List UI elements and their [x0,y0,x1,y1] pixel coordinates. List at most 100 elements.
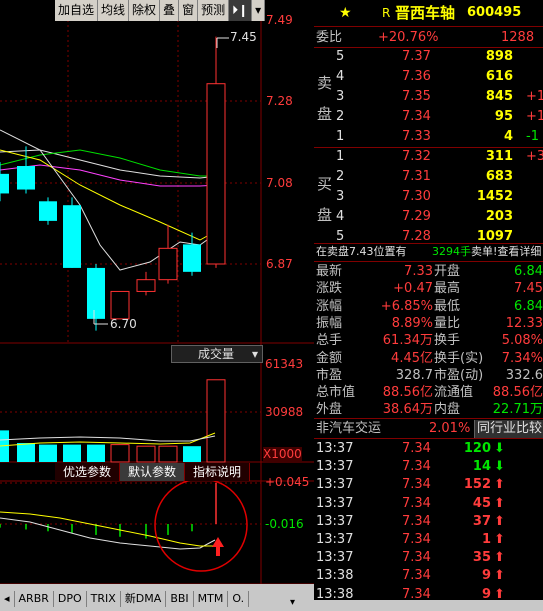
tab-arbr[interactable]: ARBR [15,590,54,607]
large-order-alert[interactable]: 在卖盘7.43位置有 3294手 卖单!查看详细 [314,244,543,260]
tick-price: 7.34 [402,513,431,529]
buy-side-label-bottom: 盘 [317,206,333,224]
volume-indicator-select[interactable]: 成交量 ▾ [171,345,263,363]
quote-row: 涨跌 +0.47 最高 7.45 [314,280,543,297]
sell-level-row[interactable]: 3 7.35 845 +1 [314,88,543,106]
buy-level-row[interactable]: 3 7.30 1452 [314,188,543,206]
candle-body [63,205,81,268]
tab-more[interactable]: O. [228,590,250,607]
indicator-line-1 [0,517,216,550]
sell-level-price: 7.37 [402,49,431,64]
industry-compare-button[interactable]: 同行业比较 [474,420,543,438]
quote-label: 总市值 [316,385,356,401]
scroll-down-icon[interactable]: ▾ [290,597,295,608]
playback-icon[interactable]: ⏵❙ [229,0,253,21]
tick-row: 13:38 7.34 9 ⬆ [314,567,543,585]
quote-label: 市盈(动) [434,367,484,383]
quote-value: 88.56亿 [382,385,433,401]
buy-level-volume: 311 [485,149,513,164]
volume-bar [17,443,35,462]
alert-detail-link[interactable]: 卖单!查看详细 [471,244,541,260]
kline-chart-area[interactable]: 加自选 均线 除权 叠 窗 预测 ⏵❙ ▾ 7.49 7.28 7.08 6.8… [0,0,314,611]
buy-level-row[interactable]: 1 7.32 311 +3 [314,148,543,166]
up-arrow-icon: ⬆ [494,550,505,566]
overlay-button[interactable]: 叠 [160,0,180,21]
up-arrow-icon: ⬆ [494,477,505,493]
quote-label: 市盈 [316,367,343,383]
buy-level-row[interactable]: 2 7.31 683 [314,168,543,186]
sell-level-row[interactable]: 1 7.33 4 -1 [314,128,543,146]
quote-row: 最新 7.33 开盘 6.84 [314,263,543,280]
quote-value: 6.84 [514,298,543,314]
tick-price: 7.34 [402,459,431,475]
moving-average-button[interactable]: 均线 [98,0,130,21]
sell-level-level: 1 [336,129,345,144]
quote-value: 7.34% [501,350,543,366]
add-favorite-button[interactable]: 加自选 [55,0,99,21]
tick-scrollbar[interactable]: ▾ [290,597,543,611]
buy-level-level: 3 [336,189,345,204]
quote-row: 金额 4.45亿 换手(实) 7.34% [314,350,543,367]
candle-body [17,166,35,190]
buy-level-volume: 683 [485,169,513,184]
buy-level-price: 7.29 [402,209,431,224]
tick-price: 7.34 [402,495,431,511]
quote-panel: ★ R 晋西车轴 600495 委比 +20.76% 1288 5 7.37 898… [290,0,543,611]
quote-label: 内盘 [434,402,461,418]
tab-mtm[interactable]: MTM [194,590,229,607]
tick-time: 13:37 [316,459,354,475]
tab-default-params[interactable]: 默认参数 [120,463,186,481]
buy-level-level: 2 [336,169,345,184]
quote-value: 7.45 [514,281,543,297]
candle-body [87,267,105,319]
buy-level-price: 7.32 [402,149,431,164]
quote-value: 4.45亿 [391,350,433,366]
indicator-param-tabs: 优选参数 默认参数 指标说明 [55,463,251,481]
tab-trix[interactable]: TRIX [87,590,121,607]
window-button[interactable]: 窗 [179,0,199,21]
up-arrow-icon: ⬆ [494,568,505,584]
candle-body [206,83,226,265]
sell-level-row[interactable]: 4 7.36 616 [314,68,543,86]
quote-row: 涨幅 +6.85% 最低 6.84 [314,298,543,315]
down-arrow-icon: ⬇ [494,441,505,456]
order-ratio-label: 委比 [316,30,343,45]
sector-name: 非汽车交运 [316,421,382,436]
ex-rights-button[interactable]: 除权 [129,0,161,21]
tab-new-dma[interactable]: 新DMA [121,590,167,607]
alert-volume: 3294手 [432,245,471,258]
tick-row: 13:37 7.34 152 ⬆ [314,476,543,494]
buy-level-row[interactable]: 4 7.29 203 [314,208,543,226]
quote-value: 332.6 [505,367,543,383]
forecast-button[interactable]: 预测 [198,0,230,21]
sell-level-volume: 845 [485,89,513,104]
tab-preferred-params[interactable]: 优选参数 [55,463,121,481]
tick-price: 7.34 [402,532,431,547]
tab-dpo[interactable]: DPO [54,590,87,607]
buy-level-price: 7.30 [402,189,431,204]
tab-indicator-help[interactable]: 指标说明 [185,463,251,481]
star-icon[interactable]: ★ [339,3,352,23]
indicator-axis-label: +0.045 [265,475,310,489]
sell-level-level: 2 [336,109,345,124]
sell-level-price: 7.36 [402,69,431,84]
indicator-axis-label: -0.016 [265,517,304,531]
candlesticks [0,36,226,331]
tick-row: 13:37 7.34 1 ⬆ [314,531,543,549]
candle-body [158,247,178,281]
sector-change: 2.01% [429,421,471,436]
ma-line-4 [0,149,219,241]
tick-volume: 9 [481,568,491,584]
price-axis-label: 7.28 [266,94,293,108]
scroll-left-icon[interactable]: ◂ [0,590,15,607]
volume-ma-line-2 [0,435,216,442]
quote-label: 量比 [434,315,461,331]
sell-level-change: +1 [526,89,543,104]
chevron-down-icon[interactable]: ▾ [252,0,266,21]
highlight-circle [154,478,248,572]
tick-row: 13:37 7.34 120 ⬇ [314,440,543,458]
sell-level-volume: 95 [494,109,513,124]
tab-bbi[interactable]: BBI [166,590,194,607]
sell-level-row[interactable]: 2 7.34 95 +1 [314,108,543,126]
sell-level-row[interactable]: 5 7.37 898 [314,48,543,66]
